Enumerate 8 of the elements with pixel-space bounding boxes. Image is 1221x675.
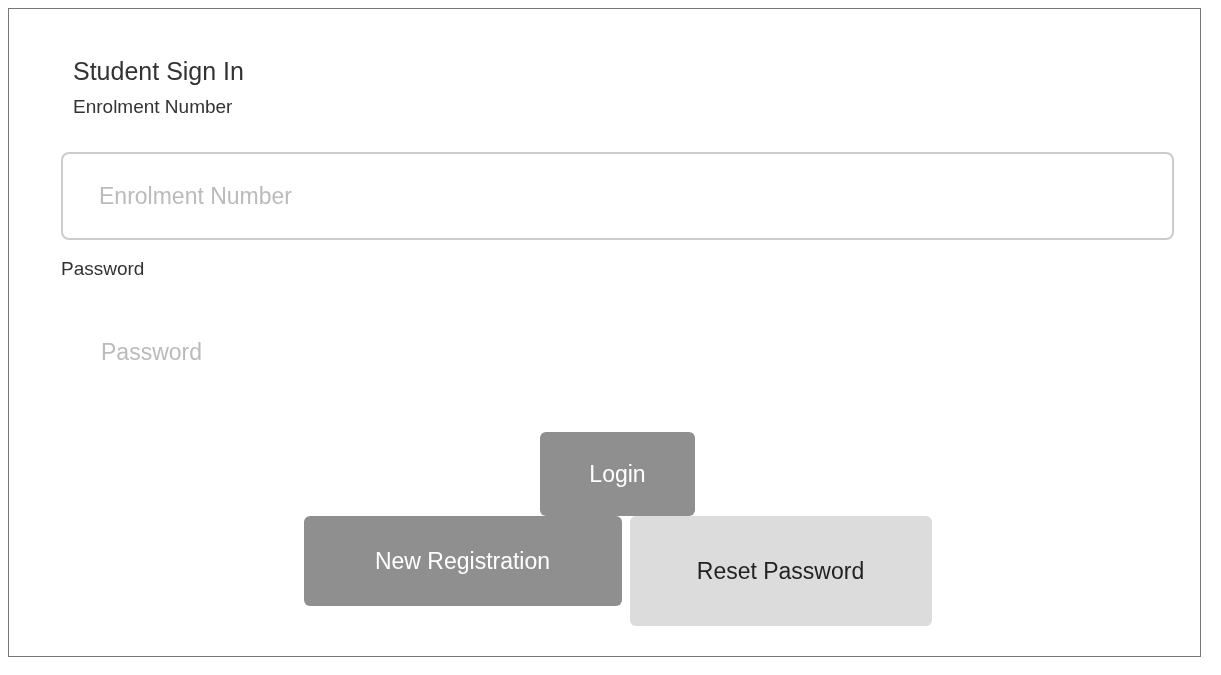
password-field[interactable]: Password [61,332,1174,372]
login-button[interactable]: Login [540,432,695,516]
field-label: Password [61,258,146,280]
registration-button[interactable]: New Registration [303,516,622,606]
reset-password-button[interactable]: Reset Password [629,516,932,626]
enrolment-field[interactable]: Enrolment Number [61,152,1174,240]
field-label: Enrolment Number [73,96,234,118]
form-title: Student Sign In [73,57,245,86]
